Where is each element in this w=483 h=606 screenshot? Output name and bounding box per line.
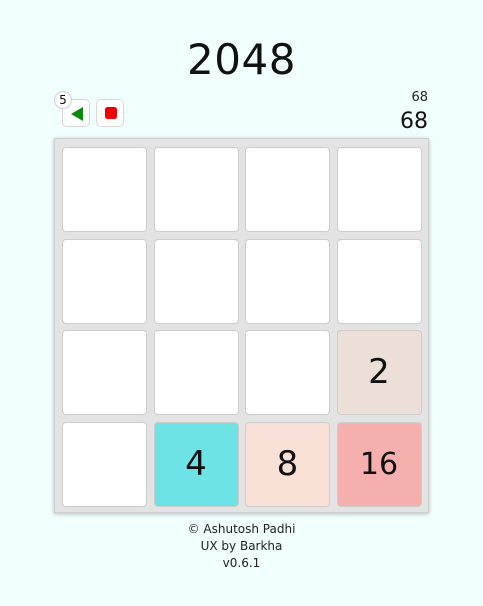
- empty-cell: [245, 147, 330, 232]
- best-score: 68: [411, 90, 428, 105]
- tile-2: 2: [336, 330, 422, 415]
- empty-cell: [245, 330, 330, 415]
- empty-cell: [62, 147, 147, 232]
- empty-cell: [62, 330, 147, 415]
- empty-cell: [153, 238, 239, 324]
- version-text: v0.6.1: [222, 556, 261, 570]
- stop-button[interactable]: [96, 99, 124, 127]
- empty-cell: [62, 238, 147, 324]
- current-score: 68: [400, 109, 428, 134]
- copyright-text: © Ashutosh Padhi: [187, 522, 296, 536]
- undo-count-badge: 5: [54, 91, 72, 109]
- ux-credit-text: UX by Barkha: [200, 539, 283, 553]
- tile-16: 16: [336, 421, 422, 507]
- empty-cell: [336, 238, 422, 324]
- empty-cell: [245, 238, 330, 324]
- empty-cell: [336, 147, 422, 232]
- game-board[interactable]: 2 4 8 16: [54, 138, 429, 513]
- tile-8: 8: [245, 421, 330, 507]
- empty-cell: [62, 421, 147, 507]
- game-title: 2048: [187, 35, 296, 84]
- undo-control[interactable]: 5: [54, 91, 92, 129]
- empty-cell: [153, 330, 239, 415]
- stop-icon: [105, 107, 117, 119]
- tile-4: 4: [153, 421, 239, 507]
- empty-cell: [153, 147, 239, 232]
